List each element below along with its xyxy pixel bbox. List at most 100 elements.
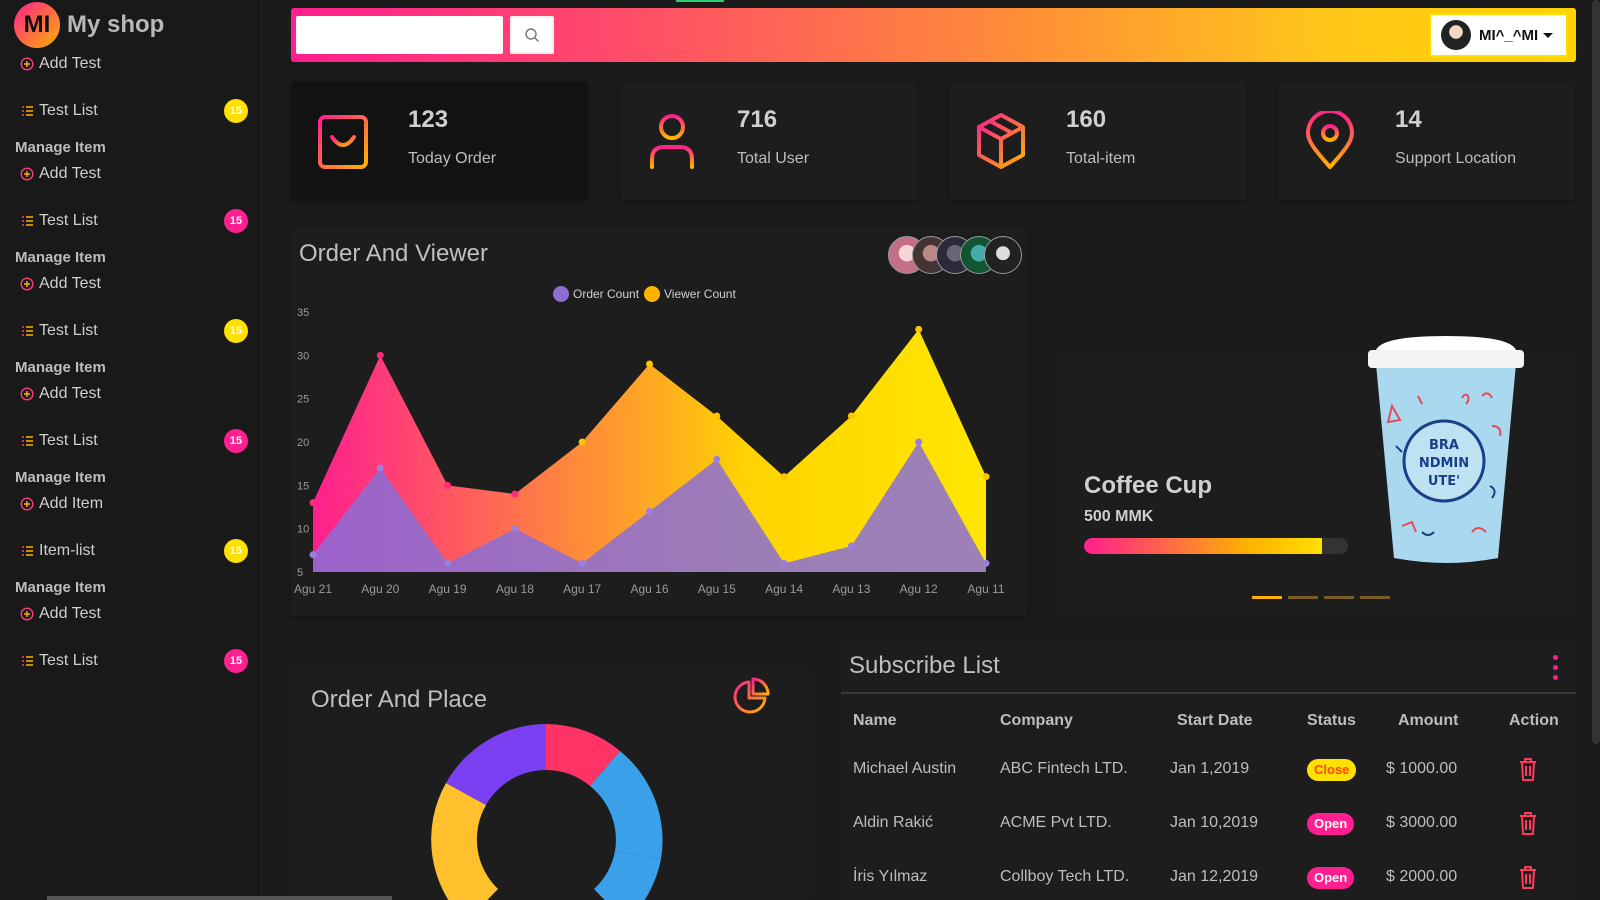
data-point-order-count <box>780 559 788 567</box>
sidebar-item-label: Add Test <box>39 275 101 292</box>
list-icon <box>22 656 33 666</box>
sidebar-item-label: Add Test <box>39 165 101 182</box>
sidebar-item[interactable]: Add Item <box>20 490 248 518</box>
user-menu-button[interactable]: MI^_^MI <box>1429 13 1568 57</box>
order-viewer-chart-card: Order And Viewer 5 10 15 20 25 30 35 Agu 21 Agu … <box>291 228 1028 616</box>
sidebar-item[interactable]: Add Test <box>20 50 248 78</box>
subscriber-start-date: Jan 1,2019 <box>1170 760 1250 777</box>
caret-down-icon <box>1543 32 1554 38</box>
more-options-icon[interactable] <box>1548 652 1562 682</box>
pie-chart-icon[interactable] <box>731 676 771 716</box>
sidebar-item[interactable]: Test List 15 <box>20 427 248 455</box>
user-icon <box>650 114 694 169</box>
card-title: Order And Place <box>311 686 488 713</box>
carousel-dot[interactable] <box>1252 596 1282 599</box>
x-tick-label: Agu 17 <box>563 582 601 596</box>
stat-value: 123 <box>408 106 449 133</box>
x-tick-label: Agu 21 <box>294 582 332 596</box>
data-point-viewer-count <box>309 499 317 507</box>
x-tick-label: Agu 18 <box>496 582 534 596</box>
order-place-card: Order And Place <box>291 664 809 900</box>
sidebar-item[interactable]: Add Test <box>20 160 248 188</box>
sidebar-item[interactable]: Item-list 15 <box>20 537 248 565</box>
delete-trash-icon[interactable] <box>1517 810 1539 836</box>
list-icon <box>22 216 33 226</box>
search-icon <box>525 28 539 42</box>
subscriber-amount: $ 3000.00 <box>1386 814 1458 831</box>
count-badge: 15 <box>224 429 248 453</box>
status-badge: Open <box>1307 867 1355 889</box>
product-name: Coffee Cup <box>1084 472 1212 499</box>
legend-swatch <box>644 286 660 302</box>
list-icon <box>22 546 33 556</box>
stat-card-total-user[interactable]: 716 Total User <box>620 82 917 200</box>
brand[interactable]: MI My shop <box>14 2 164 48</box>
data-point-viewer-count <box>444 481 452 489</box>
column-header[interactable]: Action <box>1509 712 1559 730</box>
sidebar-item-label: Test List <box>39 652 98 669</box>
horizontal-scrollbar[interactable] <box>47 896 392 900</box>
carousel-dot[interactable] <box>1360 596 1390 599</box>
sidebar-item-label: Test List <box>39 432 98 449</box>
search-input[interactable] <box>296 16 503 54</box>
column-header[interactable]: Name <box>853 712 897 730</box>
data-point-order-count <box>578 559 586 567</box>
sidebar-item[interactable]: Add Test <box>20 270 248 298</box>
count-badge: 15 <box>224 649 248 673</box>
subscriber-company: Collboy Tech LTD. <box>1000 868 1130 885</box>
search-button[interactable] <box>510 16 554 54</box>
column-header[interactable]: Amount <box>1398 712 1458 730</box>
sidebar-item[interactable]: Add Test <box>20 380 248 408</box>
stat-label: Total-item <box>1066 150 1136 167</box>
box-icon <box>977 113 1025 169</box>
product-progress-bar <box>1084 538 1348 554</box>
count-badge: 15 <box>224 319 248 343</box>
donut-chart <box>431 724 663 900</box>
column-header[interactable]: Start Date <box>1177 712 1253 730</box>
y-tick-label: 15 <box>297 480 309 492</box>
status-badge: Close <box>1307 759 1357 781</box>
delete-trash-icon[interactable] <box>1517 756 1539 782</box>
data-point-viewer-count <box>646 360 653 368</box>
subscriber-start-date: Jan 12,2019 <box>1170 868 1259 885</box>
data-point-order-count <box>847 542 855 550</box>
y-tick-label: 5 <box>297 567 303 579</box>
sidebar-item[interactable]: Test List 15 <box>20 317 248 345</box>
top-bar: MI^_^MI <box>291 0 1576 62</box>
add-circle-icon <box>20 277 34 291</box>
stat-value: 716 <box>737 106 778 133</box>
cup-brand-text: BRA <box>1429 438 1459 453</box>
column-header[interactable]: Status <box>1307 712 1356 730</box>
divider <box>841 692 1576 694</box>
stat-card-support-location[interactable]: 14 Support Location <box>1278 82 1575 200</box>
sidebar-item[interactable]: Add Test <box>20 600 248 628</box>
sidebar-item[interactable]: Test List 15 <box>20 647 248 675</box>
y-tick-label: 30 <box>297 350 309 362</box>
nav-group-title: Manage Item <box>15 579 106 596</box>
add-circle-icon <box>20 57 34 71</box>
cup-brand-text: UTE' <box>1428 474 1460 489</box>
cup-brand-text: NDMIN <box>1419 456 1469 471</box>
stat-card-today-order[interactable]: 123 Today Order <box>291 82 588 200</box>
list-icon <box>22 326 33 336</box>
coffee-cup-image: BRA NDMIN UTE' <box>1368 336 1524 563</box>
product-card[interactable]: Coffee Cup 500 MMK BRA NDMIN UTE' <box>1060 336 1576 616</box>
stat-label: Today Order <box>408 150 497 167</box>
delete-trash-icon[interactable] <box>1517 864 1539 890</box>
stat-card-total-item[interactable]: 160 Total-item <box>949 82 1246 200</box>
subscriber-start-date: Jan 10,2019 <box>1170 814 1259 831</box>
subscriber-name: Aldin Rakić <box>853 814 934 831</box>
data-point-viewer-count <box>713 412 721 420</box>
subscriber-name: İris Yılmaz <box>853 868 928 885</box>
sidebar-item[interactable]: Test List 15 <box>20 97 248 125</box>
add-circle-icon <box>20 387 34 401</box>
carousel-dot[interactable] <box>1288 596 1318 599</box>
subscriber-amount: $ 1000.00 <box>1386 760 1458 777</box>
carousel-dot[interactable] <box>1324 596 1354 599</box>
vertical-scrollbar[interactable] <box>1592 0 1600 744</box>
sidebar-item[interactable]: Test List 15 <box>20 207 248 235</box>
column-header[interactable]: Company <box>1000 712 1073 730</box>
stat-value: 160 <box>1066 106 1107 133</box>
sidebar-item-label: Add Test <box>39 385 101 402</box>
y-tick-label: 10 <box>297 524 309 536</box>
